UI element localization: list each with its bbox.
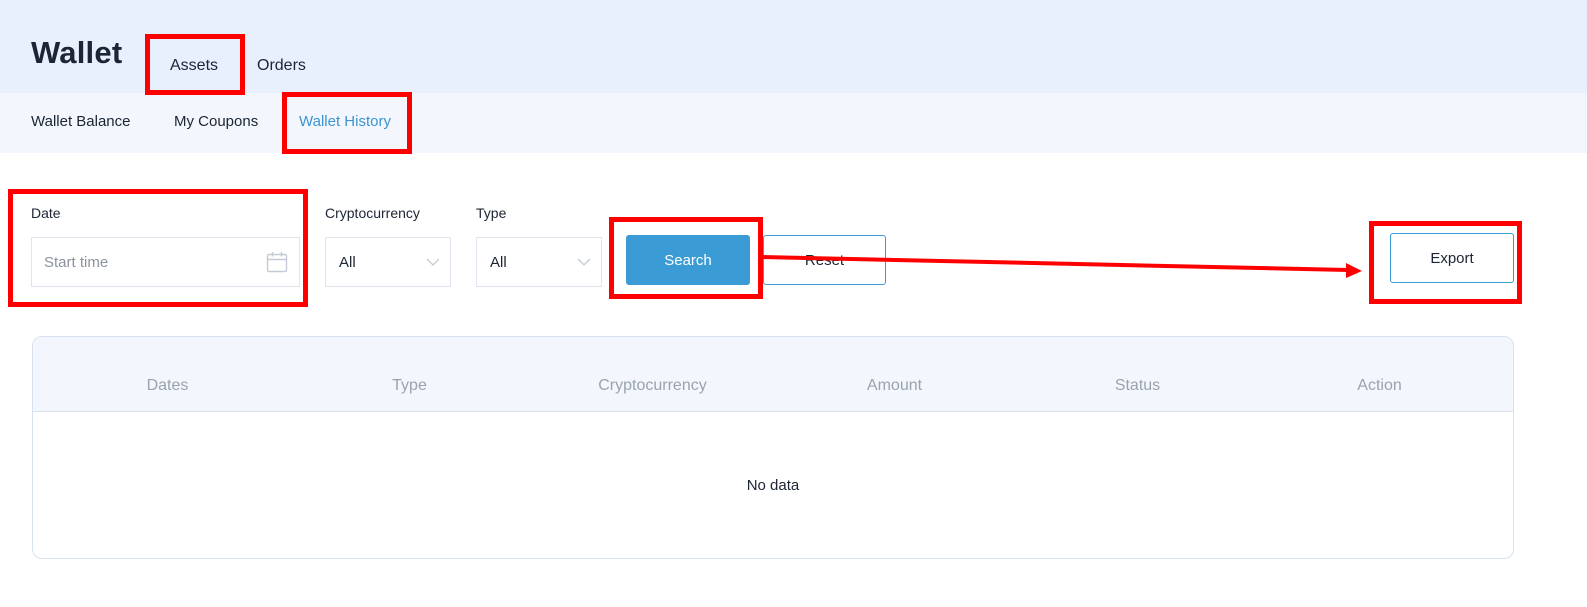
start-time-input[interactable] <box>44 238 264 286</box>
tab-assets[interactable]: Assets <box>170 57 218 75</box>
cryptocurrency-select-value: All <box>339 254 356 271</box>
date-picker[interactable] <box>31 237 300 287</box>
subnav-item-my-coupons[interactable]: My Coupons <box>174 113 258 130</box>
tab-orders[interactable]: Orders <box>257 57 306 75</box>
column-header-cryptocurrency: Cryptocurrency <box>598 377 707 394</box>
column-header-amount: Amount <box>866 377 923 394</box>
column-header-dates: Dates <box>146 377 189 394</box>
date-label: Date <box>31 205 61 221</box>
search-button[interactable]: Search <box>626 235 750 285</box>
page-title: Wallet <box>31 35 123 70</box>
subnav-item-wallet-balance[interactable]: Wallet Balance <box>31 113 131 130</box>
empty-state-text: No data <box>746 477 800 494</box>
type-select-value: All <box>490 254 507 271</box>
wallet-history-table: Dates Type Cryptocurrency Amount Status … <box>32 336 1514 559</box>
type-label: Type <box>476 205 507 221</box>
column-header-type: Type <box>392 377 427 394</box>
cryptocurrency-select[interactable]: All <box>325 237 451 287</box>
cryptocurrency-label: Cryptocurrency <box>325 205 420 221</box>
type-select[interactable]: All <box>476 237 602 287</box>
column-header-status: Status <box>1114 377 1161 394</box>
chevron-down-icon <box>426 258 440 266</box>
reset-button[interactable]: Reset <box>763 235 886 285</box>
subnav-item-wallet-history[interactable]: Wallet History <box>299 113 391 130</box>
calendar-icon <box>266 252 288 273</box>
column-header-action: Action <box>1357 377 1402 394</box>
export-button[interactable]: Export <box>1390 233 1514 283</box>
table-header: Dates Type Cryptocurrency Amount Status … <box>33 337 1513 412</box>
wallet-page: Wallet Assets Orders Wallet Balance My C… <box>0 0 1587 607</box>
header <box>0 0 1587 93</box>
chevron-down-icon <box>577 258 591 266</box>
